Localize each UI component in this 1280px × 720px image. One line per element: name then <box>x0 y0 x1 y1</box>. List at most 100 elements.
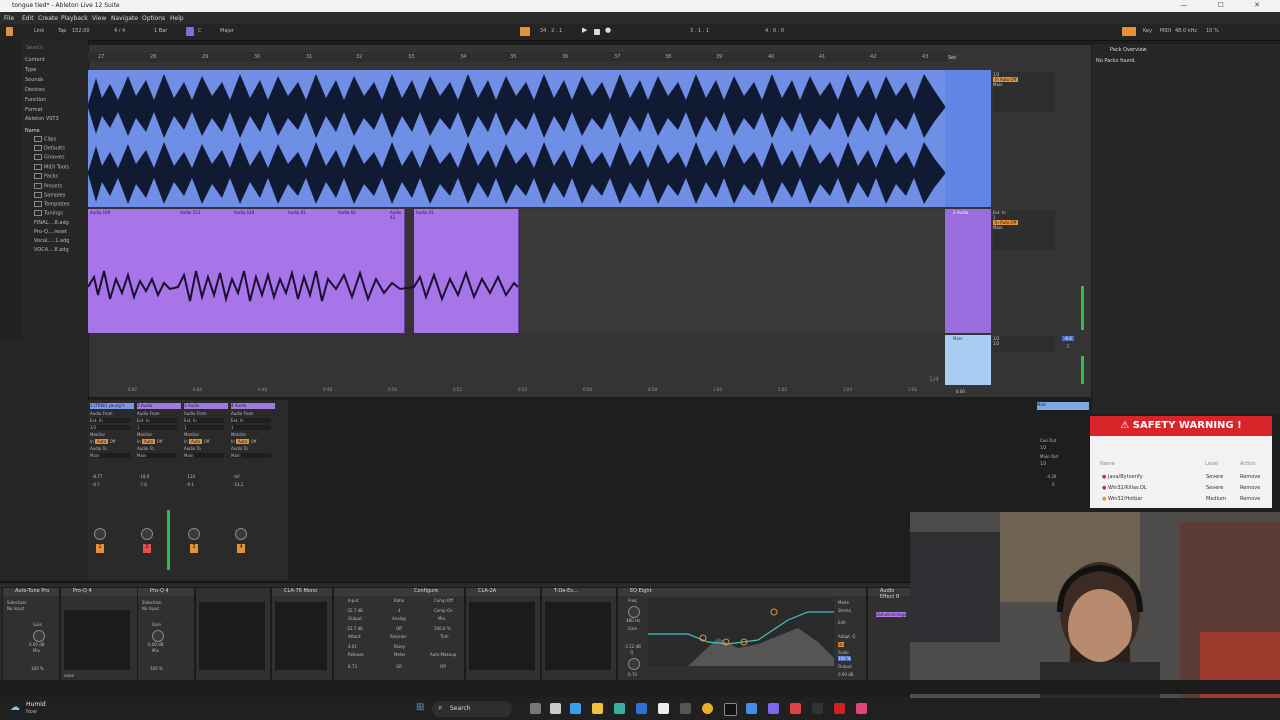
folder-clips[interactable]: Clips <box>34 136 56 143</box>
browser-toggle-icon[interactable] <box>6 27 13 36</box>
filter-content[interactable]: Content <box>25 57 45 63</box>
freq-knob[interactable] <box>628 606 640 618</box>
device-title[interactable]: Configure <box>334 588 464 596</box>
app-icon[interactable] <box>812 703 823 714</box>
menu-options[interactable]: Options <box>142 15 165 22</box>
loop-start[interactable]: 3 . 1 . 1 <box>690 28 709 34</box>
auto-makeup-value[interactable]: Off <box>440 664 446 669</box>
beat-ruler[interactable]: 27 28 29 30 31 32 33 34 35 36 37 38 39 4… <box>88 52 948 62</box>
device-title[interactable]: EQ Eight <box>618 588 866 596</box>
device-proq-io[interactable]: Pro-Q 4 Sidechain No Input Gain 0.00 dB … <box>137 587 195 681</box>
folder-tunings[interactable]: Tunings <box>34 210 63 217</box>
comp-off-label[interactable]: Comp Off <box>434 598 453 603</box>
strip-title[interactable]: 3 Audio <box>184 403 228 409</box>
key-map-button[interactable]: Key <box>1143 28 1152 34</box>
strip-title[interactable]: 2 Audio <box>137 403 181 409</box>
menu-view[interactable]: View <box>92 15 106 22</box>
device-deesser[interactable]: T-De-Es... <box>541 587 617 681</box>
strip-title[interactable]: 4 Audio <box>231 403 275 409</box>
plugin-display[interactable] <box>199 602 265 670</box>
follow-icon[interactable] <box>520 27 530 36</box>
song-position[interactable]: 34 . 2 . 1 <box>540 28 562 34</box>
output-channel[interactable]: 1/2 <box>993 341 1055 346</box>
filter-function[interactable]: Function <box>25 97 46 103</box>
plugin-display[interactable] <box>545 602 611 670</box>
folder-midi-tools[interactable]: MIDI Tools <box>34 164 69 171</box>
volume-readout[interactable]: -18.9 <box>139 474 149 479</box>
input-type[interactable]: Ext. In <box>90 418 130 423</box>
monitor-selector[interactable]: In Auto Off <box>231 439 256 444</box>
file-item[interactable]: VOCA....8.adg <box>34 247 69 253</box>
browser-search[interactable]: Search <box>26 45 43 51</box>
draw-mode-icon[interactable] <box>1122 27 1136 36</box>
device-title[interactable]: Audio Effect R <box>868 588 910 600</box>
input-type[interactable]: Ext. In <box>137 418 177 423</box>
output-routing[interactable]: Main <box>137 453 177 458</box>
set-button[interactable]: Set <box>948 55 956 61</box>
q-knob[interactable] <box>628 658 640 670</box>
sidechain-none[interactable]: none <box>64 673 74 678</box>
filter-devices[interactable]: Devices <box>25 87 45 93</box>
device-title[interactable]: Auto-Tune Pro <box>3 588 59 596</box>
mixer-strip-2[interactable]: 2 Audio Audio From Ext. In 1 Monitor In … <box>135 400 181 578</box>
menu-create[interactable]: Create <box>38 15 58 22</box>
release-value[interactable]: 8.73 <box>348 664 357 669</box>
cue-out-select[interactable]: 1/2 <box>1040 445 1046 450</box>
plugin-display[interactable] <box>64 610 130 670</box>
edge-icon[interactable] <box>614 703 625 714</box>
file-explorer-icon[interactable] <box>550 703 561 714</box>
input-channel[interactable]: 1 <box>137 425 177 430</box>
device-plugin-empty[interactable] <box>195 587 271 681</box>
folder-samples[interactable]: Samples <box>34 192 65 199</box>
app-icon[interactable] <box>856 703 867 714</box>
attack-value[interactable]: 4.01 <box>348 644 357 649</box>
monitor-selector[interactable]: In Auto Off <box>137 439 162 444</box>
folder-grooves[interactable]: Grooves <box>34 154 65 161</box>
mode-value[interactable]: Stereo <box>838 608 851 613</box>
name-column-header[interactable]: Name <box>25 128 40 134</box>
device-title[interactable]: CLA-2A <box>466 588 540 596</box>
store-icon[interactable] <box>570 703 581 714</box>
meter-value[interactable]: GR <box>396 664 402 669</box>
ableton-icon[interactable] <box>724 703 737 716</box>
volume-readout[interactable]: -8.77 <box>92 474 102 479</box>
windows-start-icon[interactable]: ⊞ <box>416 702 424 713</box>
track-header-1[interactable] <box>945 70 991 207</box>
volume-readout[interactable]: -110 <box>186 474 195 479</box>
main-io[interactable]: 1/2 1/2 <box>993 336 1055 352</box>
device-title[interactable]: CLA-76 Mono <box>272 588 332 596</box>
plugin-display[interactable] <box>275 602 327 670</box>
scale-value[interactable]: 100 % <box>838 656 851 661</box>
filter-type[interactable]: Type <box>25 67 36 73</box>
track-header-main[interactable]: Main <box>945 335 991 385</box>
device-eq-eight[interactable]: EQ Eight Freq 480 Hz Gain -5.12 dB Q 0.7… <box>617 587 867 681</box>
input-channel[interactable]: 1 <box>231 425 271 430</box>
device-title[interactable]: T-De-Es... <box>542 588 616 596</box>
send-knob[interactable] <box>141 528 153 540</box>
menu-navigate[interactable]: Navigate <box>111 15 138 22</box>
main-volume-readout[interactable]: -4.30 <box>1046 474 1056 479</box>
file-item[interactable]: FINAL....8.adg <box>34 220 69 226</box>
discord-icon[interactable] <box>768 703 779 714</box>
track-header-2[interactable]: 2 Audio <box>945 209 991 333</box>
device-compressor[interactable]: Configure Input Ratio Comp Off -32.7 dB … <box>333 587 465 681</box>
link-button[interactable]: Link <box>34 28 44 34</box>
gain-knob[interactable] <box>152 630 164 642</box>
tap-button[interactable]: Tap <box>58 28 66 34</box>
track-number[interactable]: 4 <box>237 544 245 553</box>
input-type[interactable]: Ext. In <box>184 418 224 423</box>
send-knob[interactable] <box>235 528 247 540</box>
track-number[interactable]: 2 <box>143 544 151 553</box>
folder-defaults[interactable]: Defaults <box>34 145 65 152</box>
analog-value[interactable]: Off <box>396 626 402 631</box>
weather-icon[interactable]: ☁ <box>10 702 20 713</box>
plugin-display[interactable] <box>469 602 535 670</box>
comp-on-label[interactable]: Comp On <box>434 608 453 613</box>
rack-chain-item[interactable]: ValhallaVintage <box>876 612 907 617</box>
output-value[interactable]: -22.7 dB <box>346 626 363 631</box>
volume-readout[interactable]: -inf <box>233 474 240 479</box>
threat-remove-button[interactable]: Remove <box>1240 496 1260 502</box>
menu-playback[interactable]: Playback <box>61 15 88 22</box>
task-view-icon[interactable] <box>530 703 541 714</box>
input-value[interactable]: -32.7 dB <box>346 608 363 613</box>
